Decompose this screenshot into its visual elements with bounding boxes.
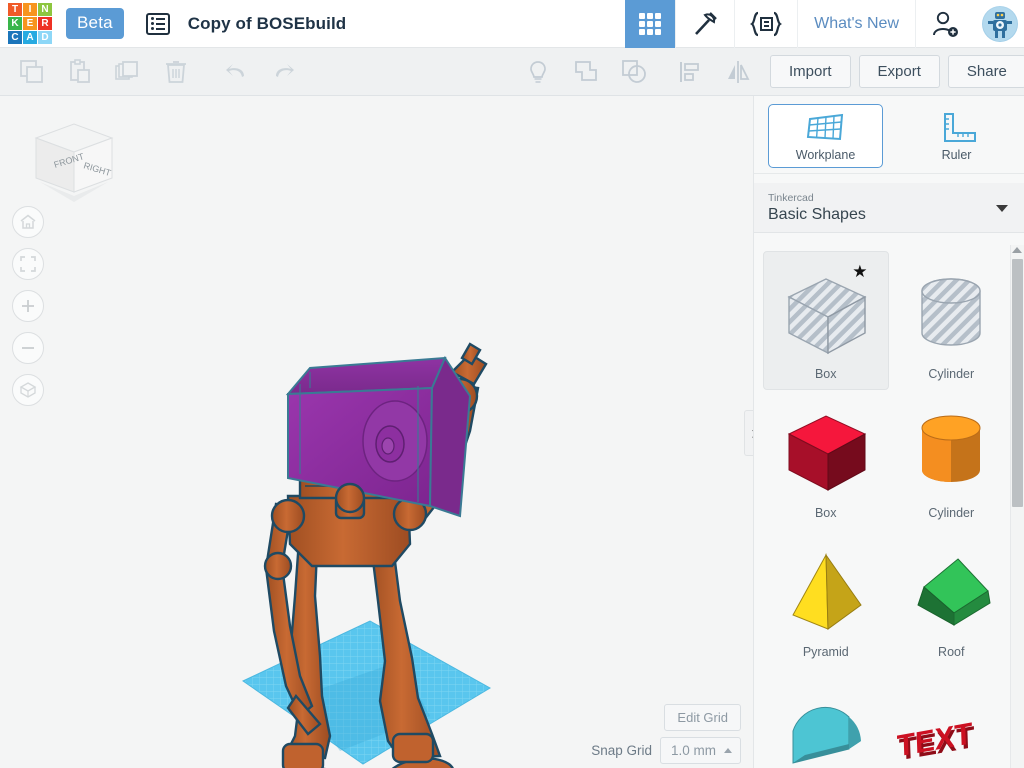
- redo-button[interactable]: [260, 48, 308, 96]
- designs-grid-icon[interactable]: [625, 0, 676, 48]
- shape-item-label: Pyramid: [802, 644, 849, 659]
- logo-tile-e-4: E: [23, 17, 37, 30]
- logo-tile-r-5: R: [38, 17, 52, 30]
- duplicate-button[interactable]: [104, 48, 152, 96]
- logo-tile-c-6: C: [8, 31, 22, 44]
- import-button[interactable]: Import: [770, 55, 851, 88]
- mirror-button[interactable]: [714, 48, 762, 96]
- list-menu-icon[interactable]: [145, 12, 170, 35]
- page-title[interactable]: Copy of BOSEbuild: [188, 14, 346, 34]
- shape-item-label: Box: [814, 366, 837, 381]
- ungroup-button[interactable]: [610, 48, 658, 96]
- chevron-down-icon[interactable]: [996, 205, 1008, 212]
- align-button[interactable]: [666, 48, 714, 96]
- app-header: TIN KER CAD Beta Copy of BOSEbuild What's …: [0, 0, 1024, 48]
- file-actions: Import Export Share: [770, 55, 1024, 88]
- group-button[interactable]: [562, 48, 610, 96]
- library-name: Basic Shapes: [768, 206, 866, 223]
- undo-button[interactable]: [212, 48, 260, 96]
- scrollbar-thumb[interactable]: [1012, 259, 1023, 507]
- shape-item-label: Roof: [938, 644, 965, 659]
- scroll-up-arrow-icon[interactable]: [1012, 247, 1022, 253]
- shape-item-box-2[interactable]: Box: [763, 390, 889, 529]
- edit-grid-button[interactable]: Edit Grid: [664, 704, 741, 731]
- logo-tile-t-0: T: [8, 3, 22, 16]
- header-actions: What's New: [625, 0, 1024, 48]
- shape-item-box-0[interactable]: ★ Box: [763, 251, 889, 390]
- ruler-tool-label: Ruler: [941, 147, 972, 162]
- beta-badge[interactable]: Beta: [66, 8, 124, 39]
- snap-grid-control: Snap Grid 1.0 mm: [591, 737, 741, 764]
- star-icon[interactable]: ★: [852, 262, 867, 282]
- delete-button[interactable]: [152, 48, 200, 96]
- workplane-icon: [806, 113, 843, 140]
- logo-tile-d-8: D: [38, 31, 52, 44]
- codeblocks-icon[interactable]: [734, 0, 797, 48]
- shape-item-label: Cylinder: [928, 366, 975, 381]
- share-button[interactable]: Share: [947, 55, 1024, 88]
- minecraft-pickaxe-icon[interactable]: [675, 0, 734, 48]
- logo-tile-k-3: K: [8, 17, 22, 30]
- snap-grid-label: Snap Grid: [591, 743, 652, 758]
- shape-item-cylinder-1[interactable]: Cylinder: [889, 251, 1015, 390]
- shape-item-pyramid-4[interactable]: Pyramid: [763, 529, 889, 668]
- shape-library-select[interactable]: Tinkercad Basic Shapes: [754, 183, 1024, 233]
- copy-button[interactable]: [8, 48, 56, 96]
- shape-grid: ★ Box Cylinder Box Cylinder Pyramid Roof TEXT TE…: [754, 245, 1014, 768]
- panel-tools: Workplane Ruler: [754, 96, 1024, 174]
- library-owner: Tinkercad: [768, 192, 814, 204]
- shape-item-roof-5[interactable]: Roof: [889, 529, 1015, 668]
- logo-tile-a-7: A: [23, 31, 37, 44]
- shapes-panel: Workplane Ruler Tinkercad Basic Shapes ★…: [753, 96, 1024, 768]
- shape-item-label: Cylinder: [928, 505, 975, 520]
- ruler-icon: [943, 112, 976, 142]
- export-button[interactable]: Export: [858, 55, 940, 88]
- light-button[interactable]: [514, 48, 562, 96]
- person-add-icon[interactable]: [915, 0, 974, 48]
- shape-item-halfdome-6[interactable]: [763, 668, 889, 768]
- logo-tile-i-1: I: [23, 3, 37, 16]
- shape-item-cylinder-3[interactable]: Cylinder: [889, 390, 1015, 529]
- logo-tile-n-2: N: [38, 3, 52, 16]
- shape-item-text3d-7[interactable]: TEXT TEXT: [889, 668, 1015, 768]
- robot-model[interactable]: [0, 96, 753, 768]
- edit-toolbar: Import Export Share: [0, 48, 1024, 96]
- workplane-tool-label: Workplane: [795, 147, 856, 162]
- chevron-up-icon: [724, 748, 732, 753]
- paste-button[interactable]: [56, 48, 104, 96]
- whats-new-link[interactable]: What's New: [798, 15, 915, 33]
- snap-grid-select[interactable]: 1.0 mm: [659, 737, 741, 764]
- workplane-tool[interactable]: Workplane: [768, 104, 884, 168]
- 3d-viewport[interactable]: FRONT RIGHT Edit Grid Snap Grid 1.0 mm: [0, 96, 753, 768]
- snap-grid-value: 1.0 mm: [670, 743, 716, 758]
- tinkercad-logo[interactable]: TIN KER CAD: [8, 3, 52, 44]
- avatar[interactable]: [982, 5, 1018, 42]
- ruler-tool[interactable]: Ruler: [899, 104, 1014, 168]
- tinkercad-app: TIN KER CAD Beta Copy of BOSEbuild What's …: [0, 0, 1024, 768]
- panel-scrollbar[interactable]: [1010, 245, 1024, 768]
- svg-text:TEXT: TEXT: [897, 717, 974, 764]
- shape-item-label: Box: [814, 505, 837, 520]
